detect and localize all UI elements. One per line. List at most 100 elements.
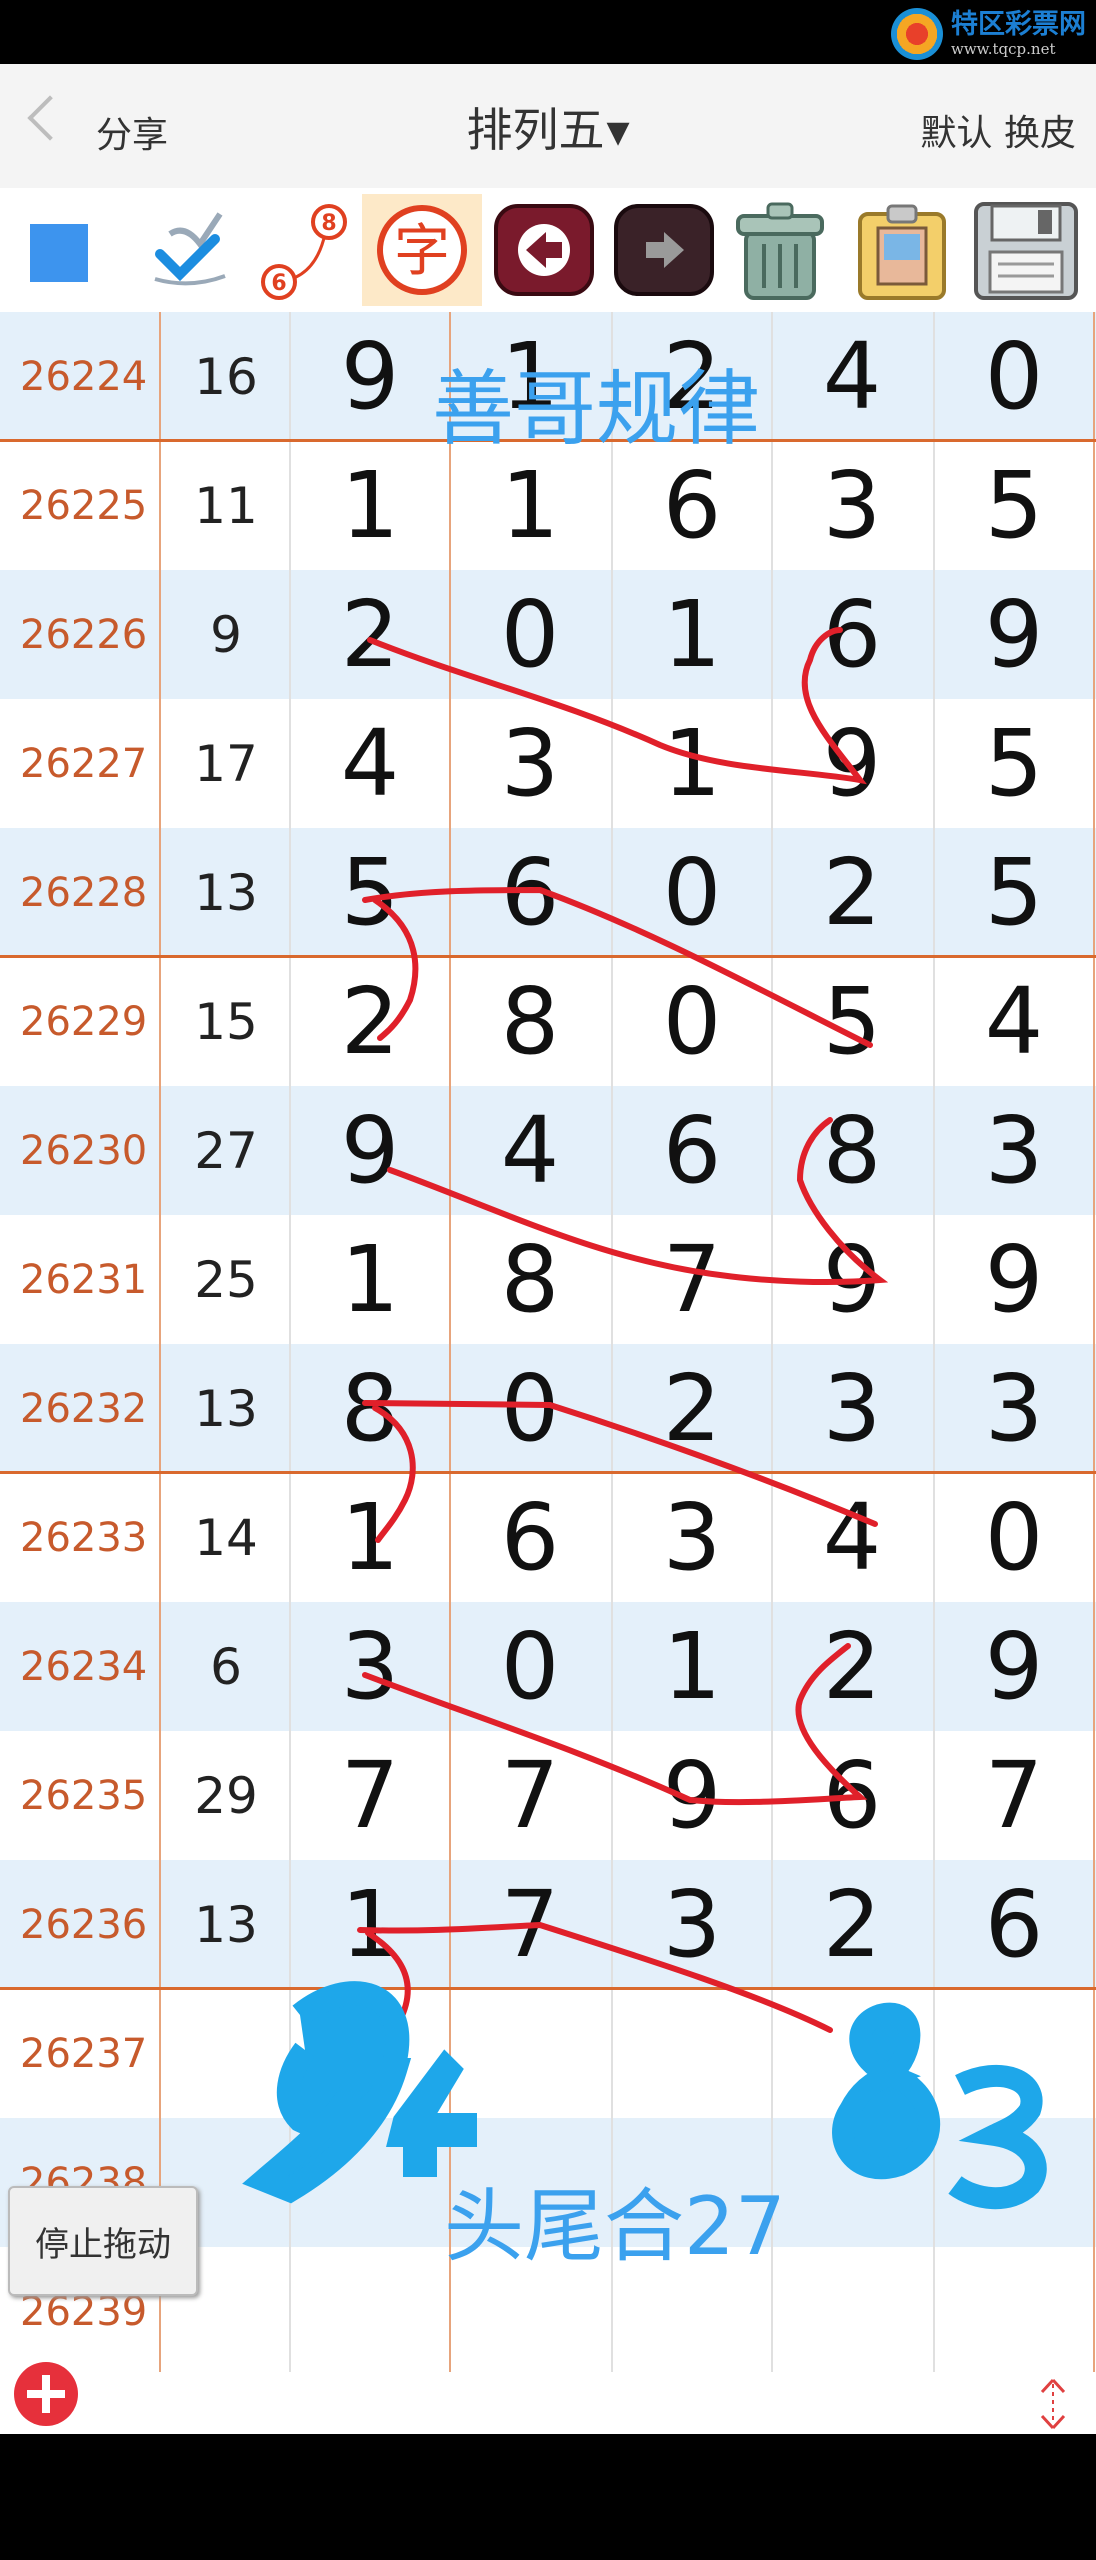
digit-cell[interactable]: 2 (772, 828, 932, 957)
digit-cell[interactable]: 3 (612, 1473, 772, 1602)
tool-bar: 68 字 (0, 188, 1096, 314)
digit-cell[interactable]: 2 (290, 957, 450, 1086)
node-6-8-icon[interactable]: 68 (255, 194, 355, 306)
table-row[interactable]: 26227 17 4 3 1 9 5 (0, 699, 1096, 828)
arrow-right-icon[interactable] (612, 194, 716, 306)
digit-cell[interactable]: 0 (450, 1344, 610, 1473)
digit-cell[interactable]: 7 (450, 1860, 610, 1989)
digit-cell[interactable]: 4 (772, 1473, 932, 1602)
digit-cell[interactable]: 9 (934, 570, 1094, 699)
arrow-left-icon[interactable] (492, 194, 596, 306)
check-brush-icon[interactable] (140, 194, 240, 306)
digit-cell[interactable]: 5 (934, 828, 1094, 957)
digit-cell[interactable]: 4 (772, 312, 932, 441)
stop-drag-button[interactable]: 停止拖动 (8, 2186, 198, 2296)
table-row[interactable]: 26228 13 5 6 0 2 5 (0, 828, 1096, 957)
digit-cell[interactable] (290, 2118, 450, 2247)
digit-cell[interactable]: 3 (772, 1344, 932, 1473)
digit-cell[interactable]: 0 (612, 828, 772, 957)
digit-cell[interactable]: 2 (612, 1344, 772, 1473)
digit-cell[interactable]: 1 (290, 1473, 450, 1602)
zi-character-icon[interactable]: 字 (362, 194, 482, 306)
digit-cell[interactable] (290, 2247, 450, 2376)
digit-cell[interactable]: 6 (772, 570, 932, 699)
table-row[interactable]: 26237 (0, 1989, 1096, 2118)
digit-cell[interactable]: 1 (612, 1602, 772, 1731)
digit-cell[interactable]: 0 (934, 1473, 1094, 1602)
digit-cell[interactable]: 8 (772, 1086, 932, 1215)
digit-cell[interactable]: 1 (612, 570, 772, 699)
digit-cell[interactable]: 6 (450, 828, 610, 957)
table-row[interactable]: 26235 29 7 7 9 6 7 (0, 1731, 1096, 1860)
digit-cell[interactable]: 8 (450, 957, 610, 1086)
digit-cell[interactable]: 6 (934, 1860, 1094, 1989)
digit-cell[interactable]: 5 (934, 441, 1094, 570)
paste-board-icon[interactable] (846, 194, 958, 306)
digit-cell[interactable]: 9 (612, 1731, 772, 1860)
digit-cell[interactable]: 1 (290, 1215, 450, 1344)
digit-cell[interactable]: 8 (290, 1344, 450, 1473)
digit-cell[interactable]: 3 (934, 1086, 1094, 1215)
digit-cell[interactable]: 7 (450, 1731, 610, 1860)
digit-cell[interactable]: 8 (450, 1215, 610, 1344)
table-row[interactable]: 26233 14 1 6 3 4 0 (0, 1473, 1096, 1602)
digit-cell[interactable]: 5 (772, 957, 932, 1086)
digit-cell[interactable]: 4 (934, 957, 1094, 1086)
digit-cell[interactable]: 9 (772, 1215, 932, 1344)
digit-cell[interactable]: 7 (290, 1731, 450, 1860)
table-row[interactable]: 26231 25 1 8 7 9 9 (0, 1215, 1096, 1344)
digit-cell[interactable]: 0 (612, 957, 772, 1086)
digit-cell[interactable]: 9 (290, 1086, 450, 1215)
table-row[interactable]: 26232 13 8 0 2 3 3 (0, 1344, 1096, 1473)
digit-cell[interactable]: 6 (612, 1086, 772, 1215)
site-logo: 特区彩票网 www.tqcp.net (891, 6, 1086, 62)
table-row[interactable]: 26234 6 3 0 1 2 9 (0, 1602, 1096, 1731)
digit-cell[interactable] (934, 1989, 1094, 2118)
digit-cell[interactable]: 7 (612, 1215, 772, 1344)
digit-cell[interactable] (290, 1989, 450, 2118)
digit-cell[interactable]: 9 (290, 312, 450, 441)
digit-cell[interactable]: 0 (450, 570, 610, 699)
digit-cell[interactable]: 1 (290, 1860, 450, 1989)
digit-cell[interactable] (772, 1989, 932, 2118)
digit-cell[interactable]: 1 (612, 699, 772, 828)
digit-cell[interactable]: 3 (772, 441, 932, 570)
table-row[interactable]: 26230 27 9 4 6 8 3 (0, 1086, 1096, 1215)
digit-cell[interactable] (772, 2118, 932, 2247)
digit-cell[interactable]: 6 (450, 1473, 610, 1602)
digit-cell[interactable]: 2 (290, 570, 450, 699)
digit-cell[interactable]: 3 (612, 1860, 772, 1989)
digit-cell[interactable]: 6 (772, 1731, 932, 1860)
skin-switch-button[interactable]: 默认 换皮 (921, 104, 1076, 156)
digit-cell[interactable]: 3 (450, 699, 610, 828)
digit-cell[interactable] (612, 1989, 772, 2118)
digit-cell[interactable]: 3 (934, 1344, 1094, 1473)
digit-cell[interactable]: 3 (290, 1602, 450, 1731)
digit-cell[interactable]: 2 (772, 1602, 932, 1731)
table-row[interactable]: 26226 9 2 0 1 6 9 (0, 570, 1096, 699)
table-row[interactable]: 26229 15 2 8 0 5 4 (0, 957, 1096, 1086)
blue-square-icon[interactable] (20, 194, 100, 306)
trash-can-icon[interactable] (724, 194, 836, 306)
digit-cell[interactable]: 5 (290, 828, 450, 957)
digit-cell[interactable] (934, 2118, 1094, 2247)
floppy-save-icon[interactable] (968, 194, 1084, 306)
digit-cell[interactable]: 7 (934, 1731, 1094, 1860)
digit-cell[interactable]: 1 (290, 441, 450, 570)
digit-cell[interactable] (772, 2247, 932, 2376)
digit-cell[interactable]: 0 (934, 312, 1094, 441)
digit-cell[interactable]: 0 (450, 1602, 610, 1731)
digit-cell[interactable] (450, 1989, 610, 2118)
digit-cell[interactable]: 2 (772, 1860, 932, 1989)
table-row[interactable]: 26236 13 1 7 3 2 6 (0, 1860, 1096, 1989)
digit-cell[interactable]: 4 (450, 1086, 610, 1215)
digit-cell[interactable]: 9 (934, 1215, 1094, 1344)
resize-arrows-icon[interactable] (1032, 2376, 1074, 2432)
issue-number: 26233 (20, 1514, 148, 1561)
digit-cell[interactable]: 9 (772, 699, 932, 828)
digit-cell[interactable]: 5 (934, 699, 1094, 828)
digit-cell[interactable] (934, 2247, 1094, 2376)
digit-cell[interactable]: 9 (934, 1602, 1094, 1731)
add-icon[interactable] (14, 2362, 78, 2426)
digit-cell[interactable]: 4 (290, 699, 450, 828)
